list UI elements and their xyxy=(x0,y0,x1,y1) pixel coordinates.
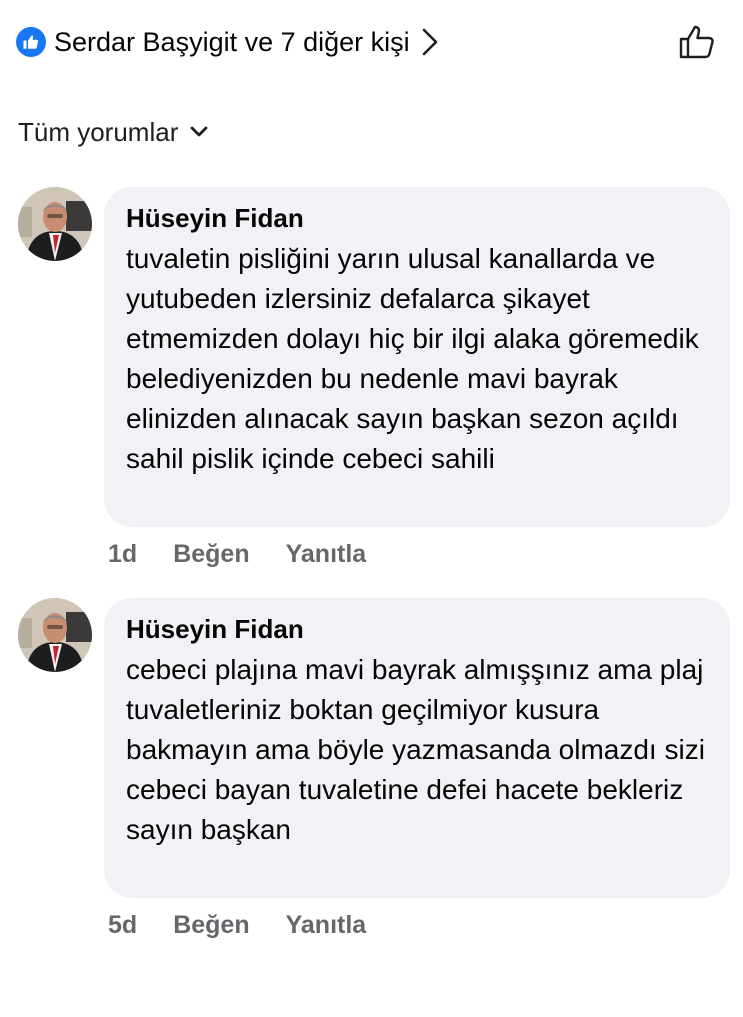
comment-item: Hüseyin Fidan tuvaletin pisliğini yarın … xyxy=(18,187,730,527)
comment-text: tuvaletin pisliğini yarın ulusal kanalla… xyxy=(126,243,699,474)
comment-sort-dropdown[interactable]: Tüm yorumlar xyxy=(18,114,208,150)
reply-button[interactable]: Yanıtla xyxy=(286,911,367,940)
comment-bubble: Hüseyin Fidan cebeci plajına mavi bayrak… xyxy=(104,598,730,898)
chevron-right-icon xyxy=(420,27,440,57)
avatar[interactable] xyxy=(18,187,92,261)
avatar[interactable] xyxy=(18,598,92,672)
comment-text: cebeci plajına mavi bayrak almışşınız am… xyxy=(126,654,705,845)
like-button[interactable] xyxy=(677,22,717,62)
sort-label: Tüm yorumlar xyxy=(18,116,179,147)
comment-author[interactable]: Hüseyin Fidan xyxy=(126,201,708,235)
comment-author[interactable]: Hüseyin Fidan xyxy=(126,612,708,646)
thumbs-up-icon xyxy=(679,25,714,59)
comment-time[interactable]: 1d xyxy=(108,540,137,569)
reply-button[interactable]: Yanıtla xyxy=(286,540,367,569)
like-comment-button[interactable]: Beğen xyxy=(173,911,249,940)
chevron-down-icon xyxy=(190,126,208,138)
comment-item: Hüseyin Fidan cebeci plajına mavi bayrak… xyxy=(18,598,730,898)
like-reaction-icon xyxy=(16,27,46,57)
like-comment-button[interactable]: Beğen xyxy=(173,540,249,569)
reactions-summary[interactable]: Serdar Başyigit ve 7 diğer kişi xyxy=(16,22,440,62)
reactions-text: Serdar Başyigit ve 7 diğer kişi xyxy=(54,26,410,57)
comment-actions: 5d Beğen Yanıtla xyxy=(108,911,402,940)
comment-time[interactable]: 5d xyxy=(108,911,137,940)
comment-bubble: Hüseyin Fidan tuvaletin pisliğini yarın … xyxy=(104,187,730,527)
comment-actions: 1d Beğen Yanıtla xyxy=(108,540,402,569)
